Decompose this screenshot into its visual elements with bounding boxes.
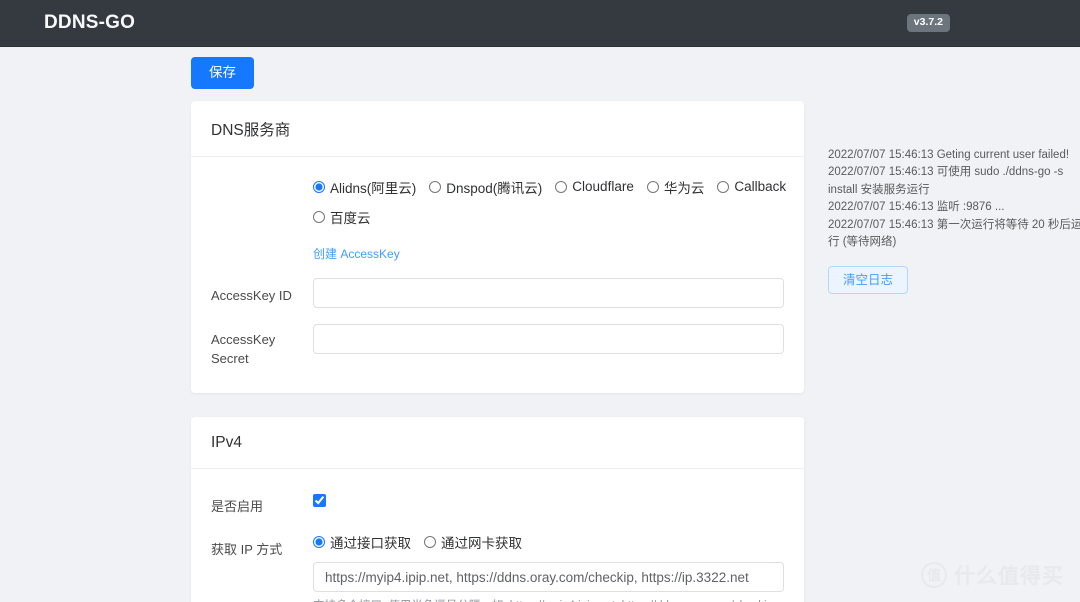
app-header: DDNS-GO v3.7.2 xyxy=(0,0,1080,47)
radio-provider-alidns-label: Alidns(阿里云) xyxy=(330,177,416,197)
version-badge: v3.7.2 xyxy=(907,14,950,32)
save-toolbar: 保存 xyxy=(191,47,804,101)
provider-row-spacer xyxy=(211,177,313,185)
ipv4-getip-field: 通过接口获取 通过网卡获取 支持多个接口, 使用半角逗号分隔。如: https:… xyxy=(313,532,784,602)
radio-provider-huaweicloud[interactable]: 华为云 xyxy=(647,177,705,197)
radio-provider-alidns[interactable]: Alidns(阿里云) xyxy=(313,177,416,197)
provider-radio-row: Alidns(阿里云) Dnspod(腾讯云) Cloudflare xyxy=(211,177,784,262)
ipv4-getip-row: 获取 IP 方式 通过接口获取 通过网卡获取 xyxy=(211,532,784,602)
ipv4-card-body: 是否启用 获取 IP 方式 通过接口获取 xyxy=(191,469,804,602)
radio-provider-cloudflare-label: Cloudflare xyxy=(572,179,634,194)
page-body: 保存 DNS服务商 Alidns(阿里云) xyxy=(0,47,1080,602)
accesskey-id-row: AccessKey ID xyxy=(211,278,784,308)
radio-provider-callback-label: Callback xyxy=(734,179,786,194)
log-line: 2022/07/07 15:46:13 可使用 sudo ./ddns-go -… xyxy=(828,164,1080,199)
ipv4-url-input[interactable] xyxy=(313,562,784,592)
radio-getip-netcard[interactable]: 通过网卡获取 xyxy=(424,532,522,552)
accesskey-id-field xyxy=(313,278,784,308)
radio-getip-interface-label: 通过接口获取 xyxy=(330,532,411,552)
watermark: 值 什么值得买 xyxy=(921,560,1064,590)
save-button[interactable]: 保存 xyxy=(191,57,254,89)
ipv4-enable-checkbox[interactable] xyxy=(313,494,326,507)
log-line: 2022/07/07 15:46:13 Geting current user … xyxy=(828,147,1080,164)
accesskey-secret-input[interactable] xyxy=(313,324,784,354)
radio-provider-callback[interactable]: Callback xyxy=(717,179,786,194)
dns-provider-card: DNS服务商 Alidns(阿里云) Dnspod(腾讯云) xyxy=(191,101,804,393)
accesskey-id-label: AccessKey ID xyxy=(211,278,313,306)
dns-provider-card-body: Alidns(阿里云) Dnspod(腾讯云) Cloudflare xyxy=(191,157,804,393)
radio-provider-dnspod-label: Dnspod(腾讯云) xyxy=(446,177,542,197)
ipv4-getip-label: 获取 IP 方式 xyxy=(211,532,313,560)
watermark-text: 什么值得买 xyxy=(954,560,1064,590)
ipv4-getip-radio-line: 通过接口获取 通过网卡获取 xyxy=(313,532,784,552)
ipv4-card: IPv4 是否启用 获取 IP 方式 通过接口获取 xyxy=(191,417,804,602)
log-panel: 2022/07/07 15:46:13 Geting current user … xyxy=(828,147,1080,294)
app-brand: DDNS-GO xyxy=(44,12,135,34)
ipv4-enable-field xyxy=(313,489,784,510)
ipv4-card-title: IPv4 xyxy=(191,417,804,469)
create-accesskey-link[interactable]: 创建 AccessKey xyxy=(313,245,400,262)
radio-provider-cloudflare[interactable]: Cloudflare xyxy=(555,179,634,194)
radio-getip-netcard-label: 通过网卡获取 xyxy=(441,532,522,552)
radio-provider-huaweicloud-input[interactable] xyxy=(647,181,659,193)
log-line: 2022/07/07 15:46:13 第一次运行将等待 20 秒后运行 (等待… xyxy=(828,217,1080,252)
accesskey-secret-label: AccessKey Secret xyxy=(211,324,313,369)
provider-radio-field: Alidns(阿里云) Dnspod(腾讯云) Cloudflare xyxy=(313,177,784,262)
log-lines: 2022/07/07 15:46:13 Geting current user … xyxy=(828,147,1080,252)
dns-provider-card-title: DNS服务商 xyxy=(191,101,804,157)
radio-provider-dnspod[interactable]: Dnspod(腾讯云) xyxy=(429,177,542,197)
radio-provider-dnspod-input[interactable] xyxy=(429,181,441,193)
radio-provider-baiducloud-input[interactable] xyxy=(313,211,325,223)
radio-getip-interface-input[interactable] xyxy=(313,536,325,548)
accesskey-secret-row: AccessKey Secret xyxy=(211,324,784,369)
ipv4-enable-label: 是否启用 xyxy=(211,489,313,517)
provider-radio-line-2: 百度云 xyxy=(313,207,784,227)
main-content-column: 保存 DNS服务商 Alidns(阿里云) xyxy=(191,47,804,602)
radio-provider-alidns-input[interactable] xyxy=(313,181,325,193)
radio-provider-baiducloud[interactable]: 百度云 xyxy=(313,207,371,227)
accesskey-id-input[interactable] xyxy=(313,278,784,308)
ipv4-enable-row: 是否启用 xyxy=(211,489,784,517)
log-line: 2022/07/07 15:46:13 监听 :9876 ... xyxy=(828,199,1080,216)
provider-radio-line-1: Alidns(阿里云) Dnspod(腾讯云) Cloudflare xyxy=(313,177,784,197)
radio-provider-huaweicloud-label: 华为云 xyxy=(664,177,705,197)
radio-provider-callback-input[interactable] xyxy=(717,181,729,193)
radio-provider-cloudflare-input[interactable] xyxy=(555,181,567,193)
radio-provider-baiducloud-label: 百度云 xyxy=(330,207,371,227)
clear-log-button[interactable]: 清空日志 xyxy=(828,266,908,295)
radio-getip-interface[interactable]: 通过接口获取 xyxy=(313,532,411,552)
accesskey-secret-field xyxy=(313,324,784,354)
watermark-logo-icon: 值 xyxy=(921,562,947,588)
ipv4-url-help-text: 支持多个接口, 使用半角逗号分隔。如: https://myip4.ipip.n… xyxy=(313,597,783,602)
radio-getip-netcard-input[interactable] xyxy=(424,536,436,548)
